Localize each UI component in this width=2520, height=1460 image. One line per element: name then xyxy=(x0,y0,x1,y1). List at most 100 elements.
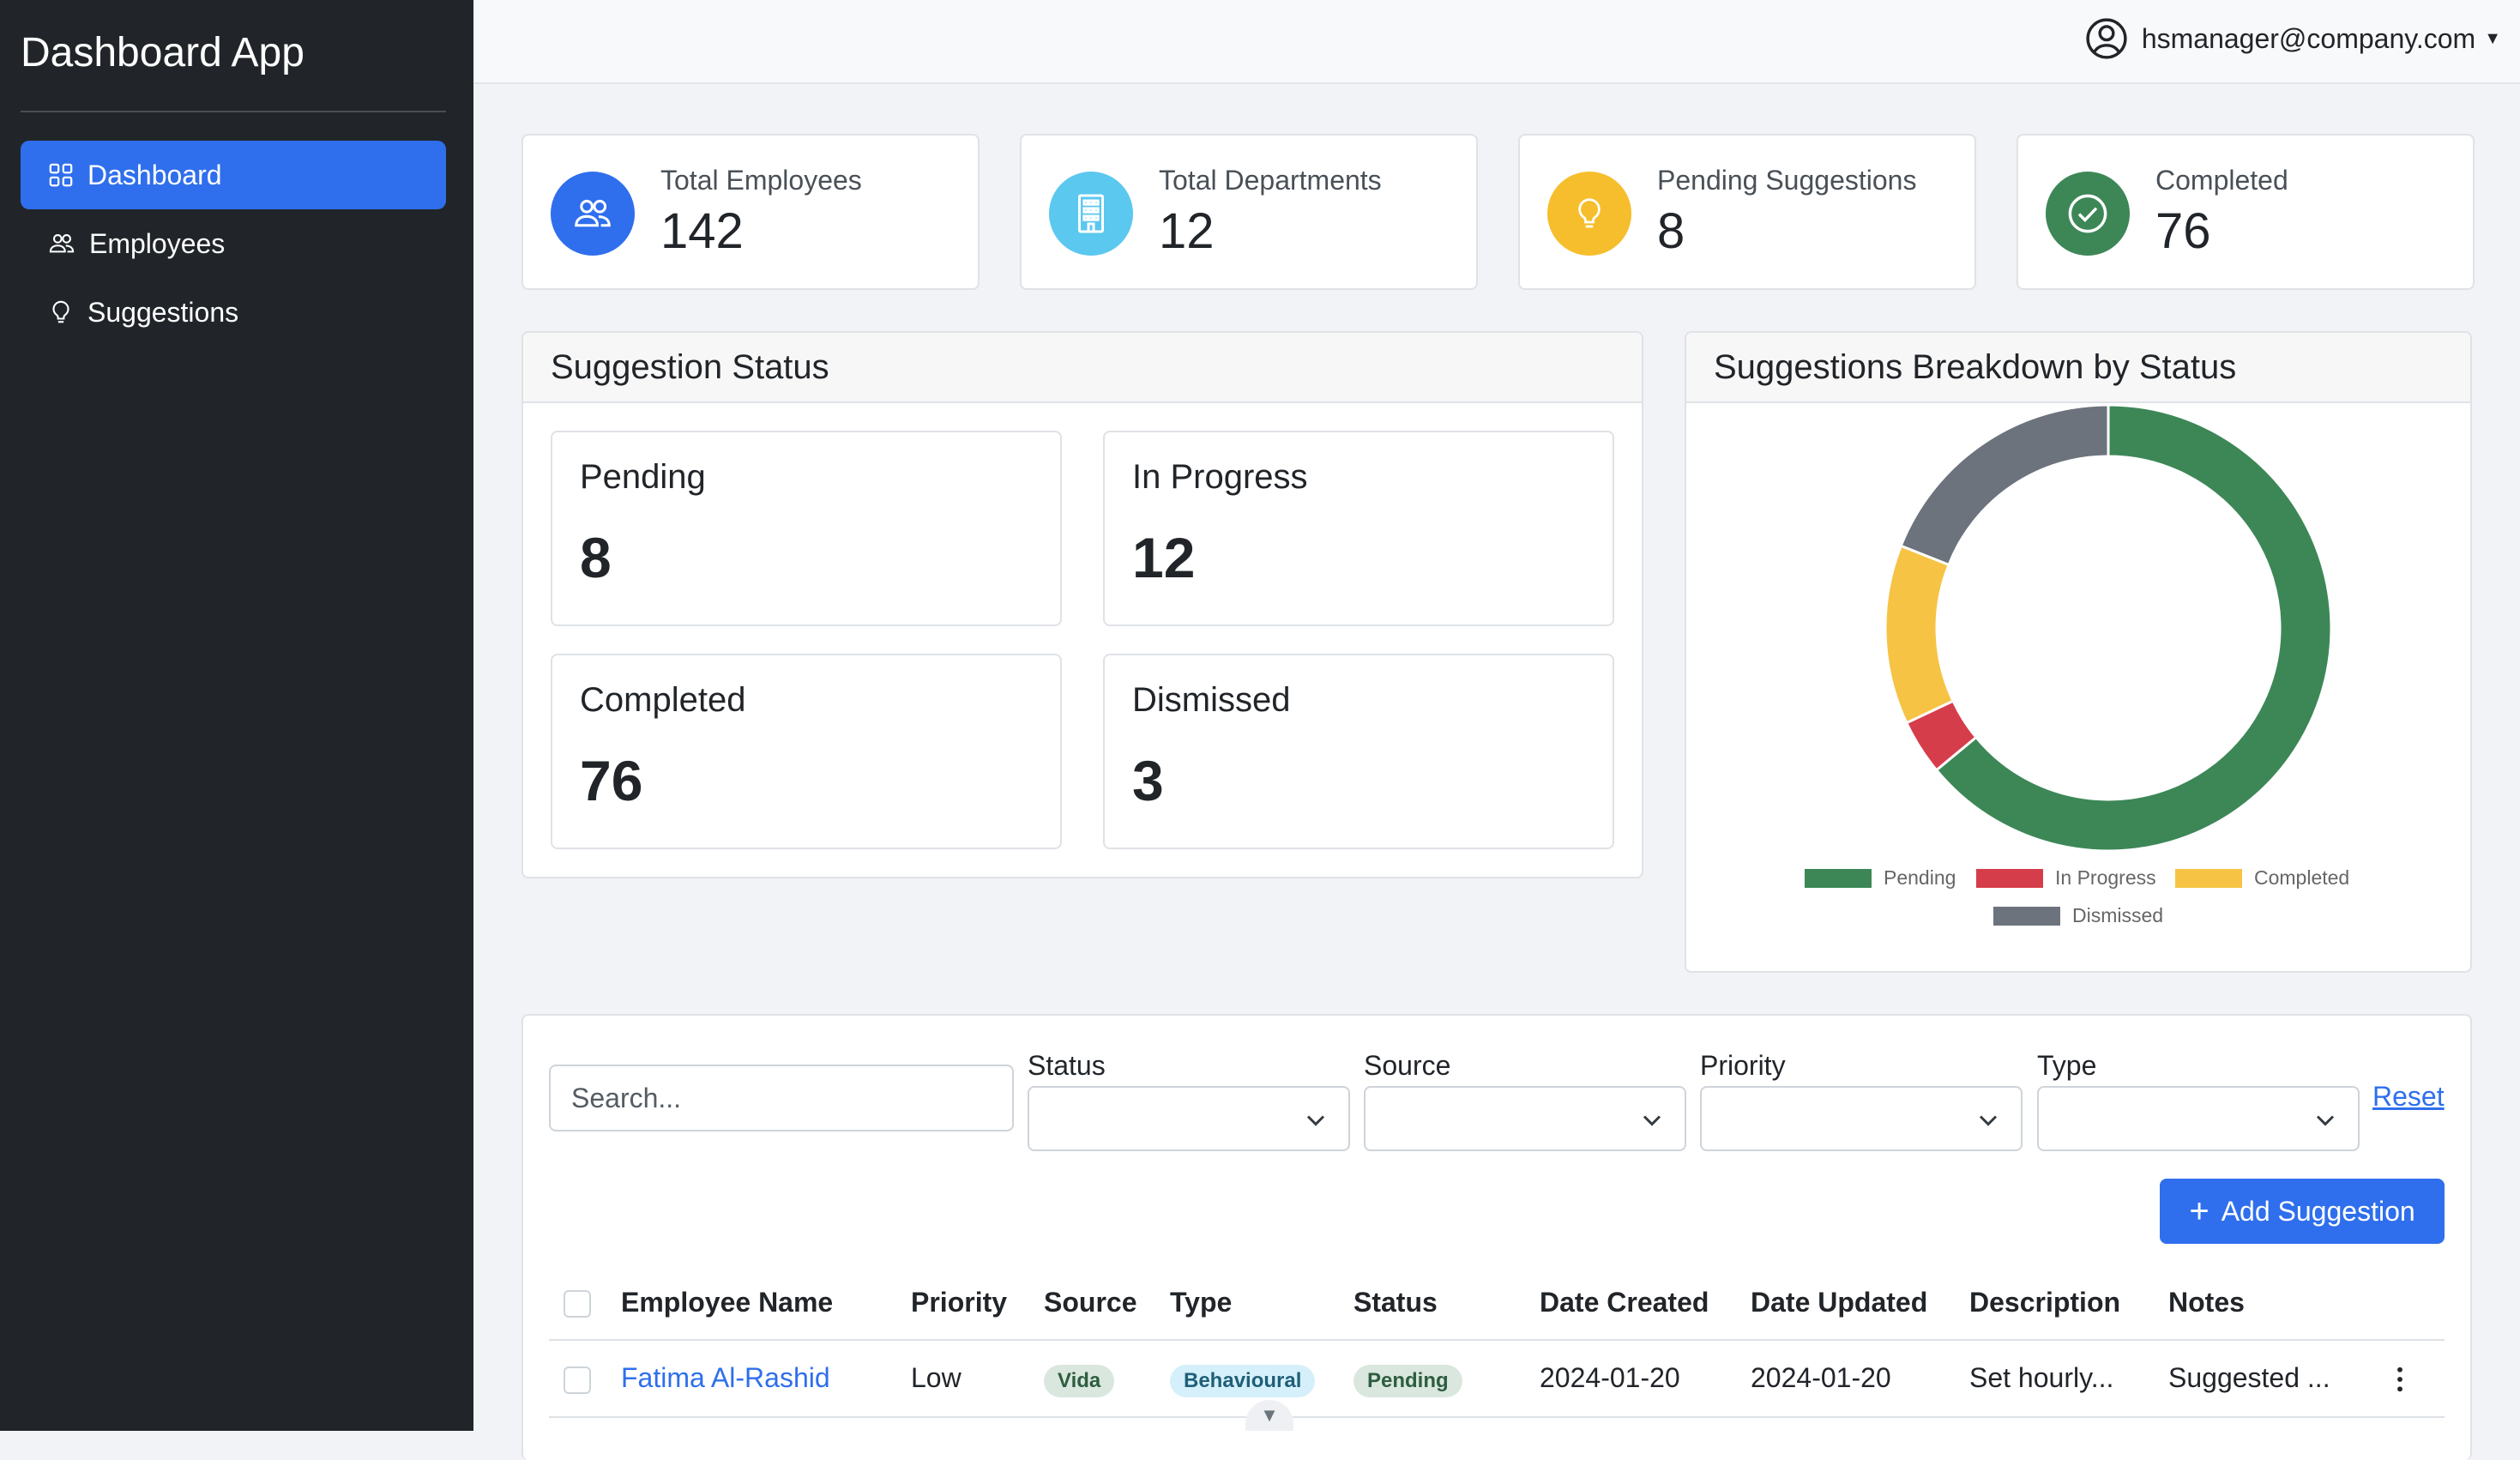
status-label: Dismissed xyxy=(1132,681,1291,719)
legend-item-pending: Pending xyxy=(1805,866,1956,890)
chevron-down-icon xyxy=(2316,1115,2335,1126)
column-header-type[interactable]: Type xyxy=(1170,1287,1232,1318)
user-menu[interactable]: hsmanager@company.com ▼ xyxy=(2085,17,2501,60)
status-label: Pending xyxy=(580,458,706,496)
type-filter-label: Type xyxy=(2037,1050,2097,1081)
row-checkbox[interactable] xyxy=(564,1366,591,1394)
status-badge: Pending xyxy=(1353,1365,1462,1397)
building-icon xyxy=(1049,172,1133,256)
type-filter-select[interactable] xyxy=(2037,1086,2360,1151)
people-icon xyxy=(49,234,75,253)
table-row-divider xyxy=(549,1416,2445,1418)
donut-slice-completed[interactable] xyxy=(1884,544,1956,725)
stat-value: 8 xyxy=(1657,203,1685,259)
lightbulb-icon xyxy=(1547,172,1631,256)
stat-label: Total Employees xyxy=(660,165,862,196)
plus-icon: + xyxy=(2189,1192,2210,1230)
sidebar: Dashboard App Dashboard Employees Sugges… xyxy=(0,0,473,1431)
status-box-dismissed: Dismissed 3 xyxy=(1103,654,1614,849)
stat-value: 76 xyxy=(2155,203,2211,259)
status-value: 8 xyxy=(580,526,612,589)
people-icon xyxy=(551,172,635,256)
employee-name-link[interactable]: Fatima Al-Rashid xyxy=(621,1362,830,1394)
stat-card-completed: Completed 76 xyxy=(2017,134,2475,290)
description-cell: Set hourly... xyxy=(1969,1362,2114,1393)
source-filter-label: Source xyxy=(1364,1050,1451,1081)
stat-label: Total Departments xyxy=(1159,165,1382,196)
grid-icon xyxy=(49,163,73,187)
chevron-down-icon xyxy=(1306,1115,1325,1126)
status-box-in-progress: In Progress 12 xyxy=(1103,431,1614,626)
sidebar-item-suggestions[interactable]: Suggestions xyxy=(21,278,446,347)
date-updated-cell: 2024-01-20 xyxy=(1751,1362,1891,1393)
check-circle-icon xyxy=(2046,172,2130,256)
column-header-priority[interactable]: Priority xyxy=(911,1287,1007,1318)
status-label: Completed xyxy=(580,681,746,719)
legend-item-in-progress: In Progress xyxy=(1976,866,2156,890)
chevron-down-icon xyxy=(1979,1115,1998,1126)
stat-label: Pending Suggestions xyxy=(1657,165,1917,196)
person-circle-icon xyxy=(2086,18,2127,59)
status-value: 76 xyxy=(580,749,643,812)
priority-filter-select[interactable] xyxy=(1700,1086,2023,1151)
status-label: In Progress xyxy=(1132,458,1308,496)
chevron-down-icon xyxy=(1643,1115,1661,1126)
sidebar-divider xyxy=(21,111,446,112)
search-input[interactable] xyxy=(549,1065,1014,1131)
column-header-employee-name[interactable]: Employee Name xyxy=(621,1287,833,1318)
stat-value: 12 xyxy=(1159,203,1215,259)
add-suggestion-label: Add Suggestion xyxy=(2221,1195,2415,1227)
column-header-date-updated[interactable]: Date Updated xyxy=(1751,1287,1927,1318)
legend-label: Completed xyxy=(2254,866,2350,889)
sidebar-item-employees[interactable]: Employees xyxy=(21,209,446,278)
legend-item-completed: Completed xyxy=(2175,866,2349,890)
sidebar-item-label: Dashboard xyxy=(87,159,222,190)
column-header-source[interactable]: Source xyxy=(1044,1287,1136,1318)
suggestion-status-panel: Suggestion Status Pending 8 In Progress … xyxy=(521,331,1643,878)
chevron-down-icon: ▼ xyxy=(2484,28,2501,48)
donut-slice-dismissed[interactable] xyxy=(1899,405,2110,567)
legend-swatch xyxy=(1993,906,2060,926)
status-filter-select[interactable] xyxy=(1028,1086,1350,1151)
top-bar: hsmanager@company.com ▼ xyxy=(473,0,2520,84)
stat-card-total-employees: Total Employees 142 xyxy=(521,134,980,290)
select-all-checkbox[interactable] xyxy=(564,1290,591,1318)
column-header-description[interactable]: Description xyxy=(1969,1287,2120,1318)
source-badge: Vida xyxy=(1044,1365,1115,1397)
chevron-down-icon: ▼ xyxy=(1260,1404,1279,1426)
sidebar-item-label: Suggestions xyxy=(87,296,239,328)
legend-label: In Progress xyxy=(2055,866,2156,889)
app-title: Dashboard App xyxy=(21,30,304,75)
breakdown-panel: Suggestions Breakdown by Status Pending … xyxy=(1685,331,2472,973)
sidebar-item-dashboard[interactable]: Dashboard xyxy=(21,141,446,209)
legend-swatch xyxy=(1976,868,2043,888)
legend-swatch xyxy=(2175,868,2242,888)
column-header-notes[interactable]: Notes xyxy=(2168,1287,2245,1318)
priority-cell: Low xyxy=(911,1362,962,1393)
stat-card-total-departments: Total Departments 12 xyxy=(1020,134,1478,290)
panel-title: Suggestion Status xyxy=(523,333,1642,403)
legend-label: Pending xyxy=(1884,866,1956,889)
reset-filters-link[interactable]: Reset xyxy=(2372,1081,2445,1113)
priority-filter-label: Priority xyxy=(1700,1050,1786,1081)
add-suggestion-button[interactable]: + Add Suggestion xyxy=(2160,1179,2445,1244)
lightbulb-icon xyxy=(52,300,69,323)
legend-label: Dismissed xyxy=(2072,904,2164,926)
date-created-cell: 2024-01-20 xyxy=(1540,1362,1680,1393)
column-header-date-created[interactable]: Date Created xyxy=(1540,1287,1709,1318)
user-email: hsmanager@company.com xyxy=(2141,22,2476,54)
type-badge: Behavioural xyxy=(1170,1365,1316,1397)
legend-item-dismissed: Dismissed xyxy=(1993,904,2163,927)
sidebar-item-label: Employees xyxy=(89,227,226,259)
more-options-icon[interactable] xyxy=(2391,1364,2408,1395)
donut-chart xyxy=(1884,405,2333,853)
source-filter-select[interactable] xyxy=(1364,1086,1686,1151)
stat-card-pending-suggestions: Pending Suggestions 8 xyxy=(1518,134,1976,290)
status-box-completed: Completed 76 xyxy=(551,654,1062,849)
status-value: 3 xyxy=(1132,749,1164,812)
stat-value: 142 xyxy=(660,203,744,259)
status-box-pending: Pending 8 xyxy=(551,431,1062,626)
table-header-divider xyxy=(549,1339,2445,1341)
legend-swatch xyxy=(1805,868,1872,888)
column-header-status[interactable]: Status xyxy=(1353,1287,1438,1318)
